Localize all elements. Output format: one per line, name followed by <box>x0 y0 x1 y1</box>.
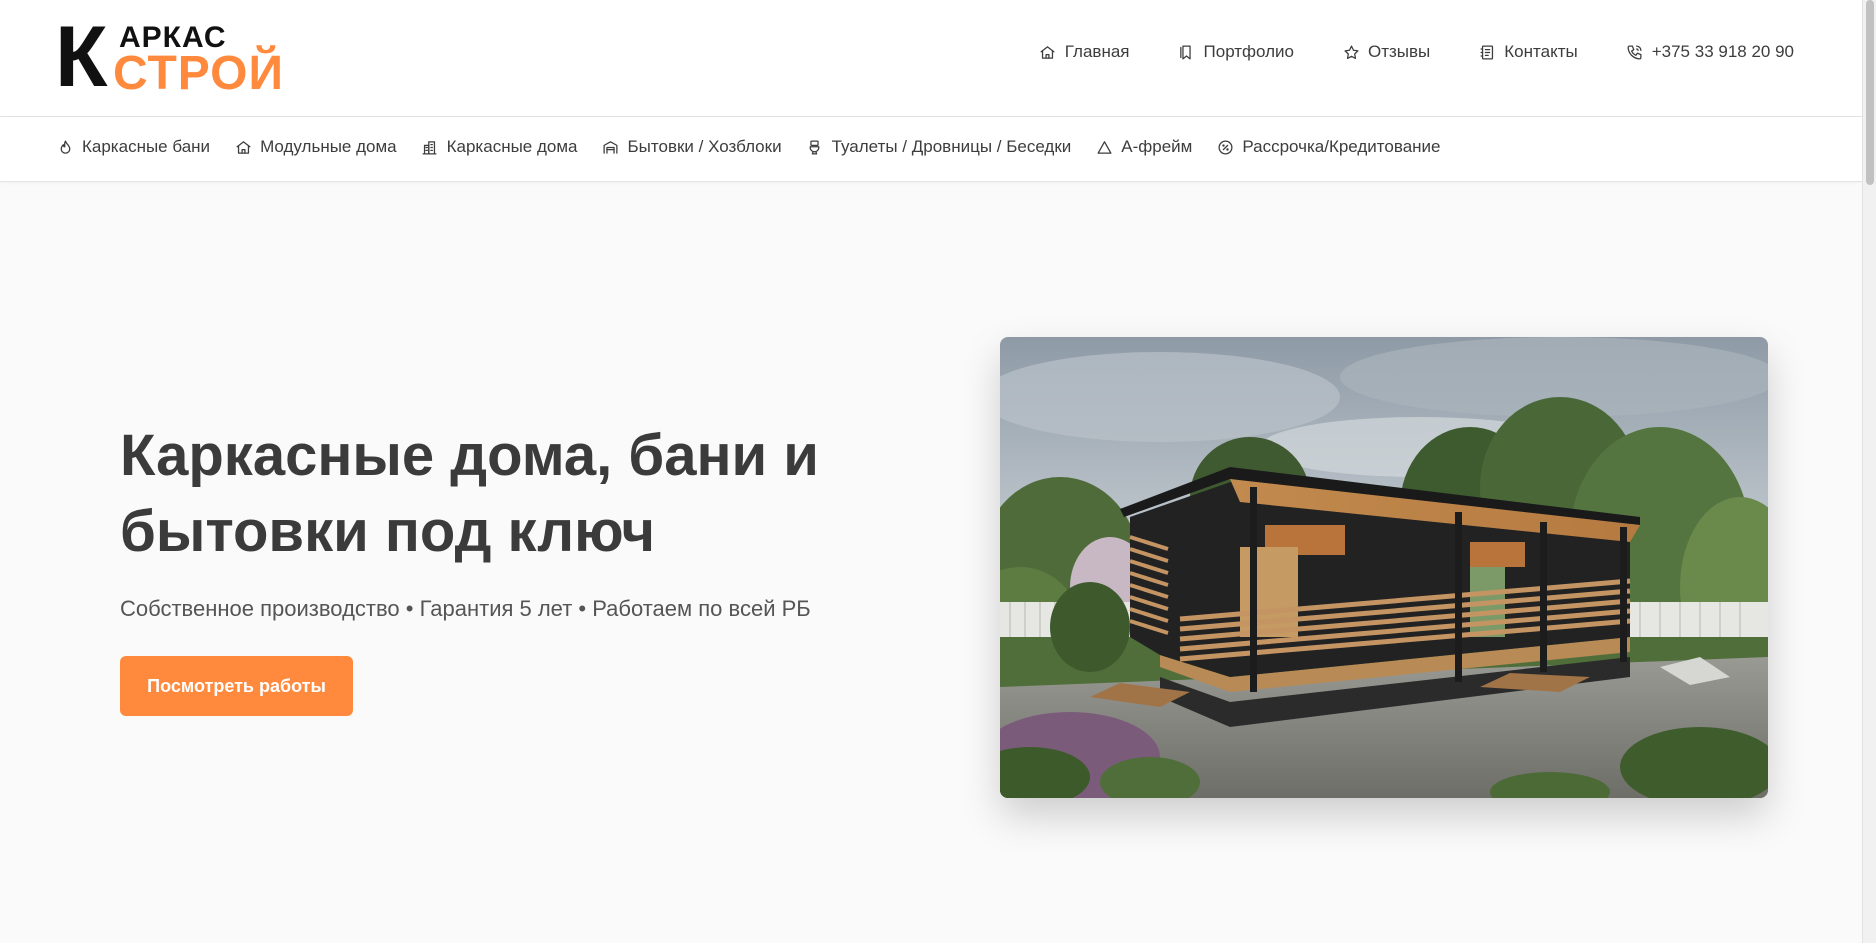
category-bar: Каркасные бани Модульные дома Каркасные … <box>0 117 1862 182</box>
contacts-icon <box>1478 43 1496 61</box>
hero-house-image <box>1000 337 1768 798</box>
nav-phone[interactable]: +375 33 918 20 90 <box>1626 42 1794 62</box>
percent-badge-icon <box>1216 138 1234 156</box>
category-toilets-woodsheds-gazebos[interactable]: Туалеты / Дровницы / Беседки <box>806 137 1072 157</box>
hero-subtitle: Собственное производство • Гарантия 5 ле… <box>120 596 811 621</box>
category-label: А-фрейм <box>1121 137 1193 156</box>
category-label: Каркасные дома <box>446 137 578 156</box>
category-frame-saunas[interactable]: Каркасные бани <box>56 137 210 157</box>
nav-phone-label: +375 33 918 20 90 <box>1651 42 1794 61</box>
hero-title: Каркасные дома, бани и бытовки под ключ <box>120 418 820 570</box>
category-installments-credit[interactable]: Рассрочка/Кредитование <box>1216 137 1441 157</box>
nav-reviews-label: Отзывы <box>1368 42 1431 61</box>
site-logo[interactable]: К АРКАС СТРОЙ <box>55 14 285 100</box>
home-icon <box>234 138 252 156</box>
category-nav: Каркасные бани Модульные дома Каркасные … <box>56 137 1441 157</box>
site-header: К АРКАС СТРОЙ Главная Портфолио Отзывы К… <box>0 0 1862 117</box>
nav-portfolio-label: Портфолио <box>1203 42 1294 61</box>
view-works-button[interactable]: Посмотреть работы <box>120 656 353 716</box>
category-label: Рассрочка/Кредитование <box>1242 137 1441 156</box>
star-icon <box>1342 43 1360 61</box>
building-icon <box>421 138 439 156</box>
triangle-icon <box>1095 138 1113 156</box>
phone-icon <box>1626 43 1644 61</box>
nav-contacts[interactable]: Контакты <box>1478 42 1578 62</box>
nav-contacts-label: Контакты <box>1504 42 1578 61</box>
warehouse-icon <box>602 138 620 156</box>
category-label: Бытовки / Хозблоки <box>627 137 782 156</box>
nav-home-label: Главная <box>1064 42 1130 61</box>
home-icon <box>1039 43 1057 61</box>
page: К АРКАС СТРОЙ Главная Портфолио Отзывы К… <box>0 0 1876 943</box>
category-modular-houses[interactable]: Модульные дома <box>234 137 397 157</box>
category-label: Каркасные бани <box>82 137 211 156</box>
nav-home[interactable]: Главная <box>1039 42 1130 62</box>
scrollbar-thumb[interactable] <box>1866 0 1874 185</box>
nav-portfolio[interactable]: Портфолио <box>1178 42 1294 62</box>
main-nav: Главная Портфолио Отзывы Контакты +375 3… <box>1039 42 1794 62</box>
hero-title-line-1: Каркасные дома, бани и <box>120 423 819 488</box>
flame-icon <box>56 138 74 156</box>
scrollbar[interactable] <box>1862 0 1876 943</box>
category-label: Туалеты / Дровницы / Беседки <box>831 137 1072 156</box>
toilet-icon <box>806 138 824 156</box>
bookmark-icon <box>1178 43 1196 61</box>
category-a-frame[interactable]: А-фрейм <box>1095 137 1192 157</box>
category-label: Модульные дома <box>260 137 397 156</box>
logo-letter-k: К <box>55 9 107 105</box>
hero-title-line-2: бытовки под ключ <box>120 499 656 564</box>
category-frame-houses[interactable]: Каркасные дома <box>421 137 578 157</box>
nav-reviews[interactable]: Отзывы <box>1342 42 1430 62</box>
category-cabins-sheds[interactable]: Бытовки / Хозблоки <box>602 137 782 157</box>
logo-bottom-text: СТРОЙ <box>113 47 285 100</box>
